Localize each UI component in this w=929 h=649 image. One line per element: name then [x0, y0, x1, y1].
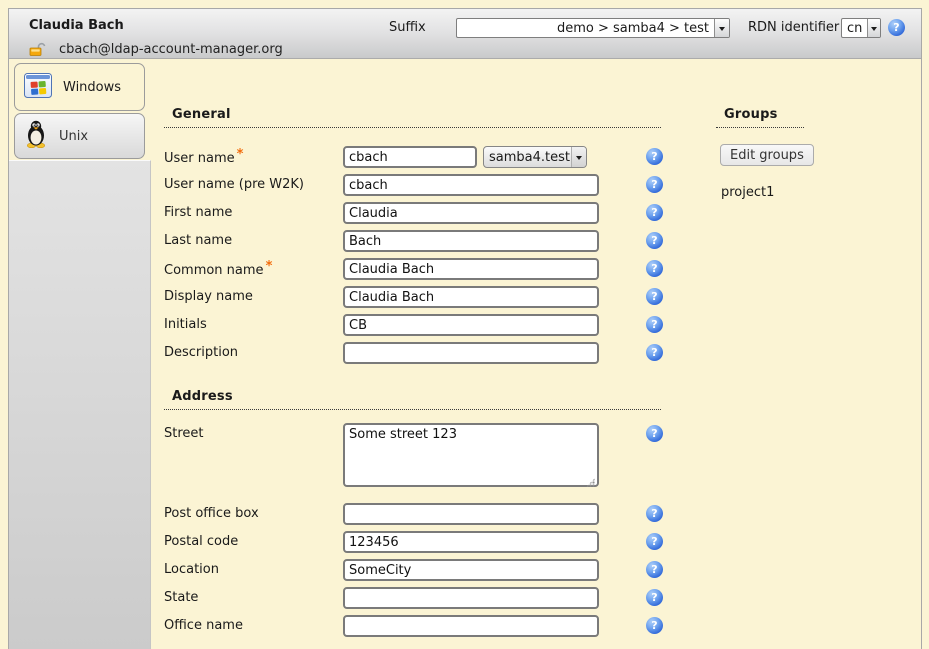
- tab-windows[interactable]: Windows: [14, 63, 145, 111]
- field-label: State: [164, 587, 343, 609]
- field-label: Description: [164, 342, 343, 364]
- last-name-input[interactable]: [343, 230, 599, 252]
- field-label: Office name: [164, 615, 343, 637]
- tab-unix[interactable]: Unix: [14, 113, 145, 159]
- suffix-label: Suffix: [389, 20, 426, 35]
- help-icon[interactable]: ?: [646, 148, 663, 165]
- help-icon[interactable]: ?: [646, 176, 663, 193]
- tab-unix-label: Unix: [59, 129, 88, 144]
- help-icon[interactable]: ?: [646, 505, 663, 522]
- group-member: project1: [721, 185, 774, 200]
- user-name-pre-w2k-input[interactable]: [343, 174, 599, 196]
- help-icon[interactable]: ?: [646, 617, 663, 634]
- account-title: Claudia Bach: [29, 18, 124, 33]
- state-row: State ?: [164, 587, 599, 609]
- domain-select-value: samba4.test: [484, 150, 571, 165]
- field-label: User name (pre W2K): [164, 174, 343, 196]
- field-label: User name*: [164, 144, 343, 170]
- chevron-down-icon[interactable]: [867, 19, 880, 37]
- required-marker: *: [237, 147, 244, 162]
- help-icon[interactable]: ?: [646, 204, 663, 221]
- help-icon[interactable]: ?: [888, 19, 905, 36]
- field-label: First name: [164, 202, 343, 224]
- display-name-input[interactable]: [343, 286, 599, 308]
- first-name-row: First name ?: [164, 202, 599, 224]
- required-marker: *: [266, 259, 273, 274]
- display-name-row: Display name ?: [164, 286, 599, 308]
- field-label: Last name: [164, 230, 343, 252]
- field-label: Common name*: [164, 256, 343, 282]
- post-office-box-row: Post office box ?: [164, 503, 599, 525]
- street-row: Street Some street 123 ?: [164, 423, 599, 487]
- section-heading-address: Address: [164, 389, 661, 410]
- office-name-input[interactable]: [343, 615, 599, 637]
- help-icon[interactable]: ?: [646, 344, 663, 361]
- street-textarea[interactable]: Some street 123: [343, 423, 599, 487]
- last-name-row: Last name ?: [164, 230, 599, 252]
- help-icon[interactable]: ?: [646, 316, 663, 333]
- tux-penguin-icon: [24, 120, 48, 152]
- field-label: Initials: [164, 314, 343, 336]
- suffix-select[interactable]: demo > samba4 > test: [456, 18, 730, 38]
- field-label: Street: [164, 423, 343, 443]
- main-area: Windows Unix General User name*: [9, 59, 921, 649]
- rdn-identifier-label: RDN identifier: [748, 20, 839, 35]
- account-edit-window: Claudia Bach Suffix demo > samba4 > test…: [8, 8, 922, 649]
- initials-input[interactable]: [343, 314, 599, 336]
- user-name-row: User name* samba4.test ?: [164, 146, 587, 168]
- description-row: Description ?: [164, 342, 599, 364]
- tab-windows-label: Windows: [63, 80, 121, 95]
- help-icon[interactable]: ?: [646, 589, 663, 606]
- field-label: Display name: [164, 286, 343, 308]
- section-heading-groups: Groups: [716, 107, 804, 128]
- header-bar: Claudia Bach Suffix demo > samba4 > test…: [9, 9, 921, 59]
- account-email: cbach@ldap-account-manager.org: [59, 42, 283, 57]
- location-row: Location ?: [164, 559, 599, 581]
- help-icon[interactable]: ?: [646, 232, 663, 249]
- rdn-select-value: cn: [842, 21, 867, 36]
- help-icon[interactable]: ?: [646, 561, 663, 578]
- sidebar-background: [9, 160, 151, 649]
- help-icon[interactable]: ?: [646, 288, 663, 305]
- suffix-select-value: demo > samba4 > test: [457, 21, 714, 36]
- help-icon[interactable]: ?: [646, 425, 663, 442]
- office-name-row: Office name ?: [164, 615, 599, 637]
- user-name-input[interactable]: [343, 146, 477, 168]
- rdn-identifier-select[interactable]: cn: [841, 18, 881, 38]
- initials-row: Initials ?: [164, 314, 599, 336]
- postal-code-row: Postal code ?: [164, 531, 599, 553]
- edit-groups-button[interactable]: Edit groups: [720, 144, 814, 166]
- common-name-row: Common name* ?: [164, 258, 599, 280]
- help-icon[interactable]: ?: [646, 533, 663, 550]
- common-name-input[interactable]: [343, 258, 599, 280]
- first-name-input[interactable]: [343, 202, 599, 224]
- section-heading-general: General: [164, 107, 661, 128]
- windows-logo-icon: [24, 73, 52, 102]
- location-input[interactable]: [343, 559, 599, 581]
- chevron-down-icon[interactable]: [571, 147, 586, 167]
- user-name-pre-w2k-row: User name (pre W2K) ?: [164, 174, 599, 196]
- chevron-down-icon[interactable]: [714, 19, 729, 37]
- field-label: Postal code: [164, 531, 343, 553]
- domain-select[interactable]: samba4.test: [483, 146, 587, 168]
- state-input[interactable]: [343, 587, 599, 609]
- post-office-box-input[interactable]: [343, 503, 599, 525]
- field-label: Location: [164, 559, 343, 581]
- description-input[interactable]: [343, 342, 599, 364]
- field-label: Post office box: [164, 503, 343, 525]
- help-icon[interactable]: ?: [646, 260, 663, 277]
- postal-code-input[interactable]: [343, 531, 599, 553]
